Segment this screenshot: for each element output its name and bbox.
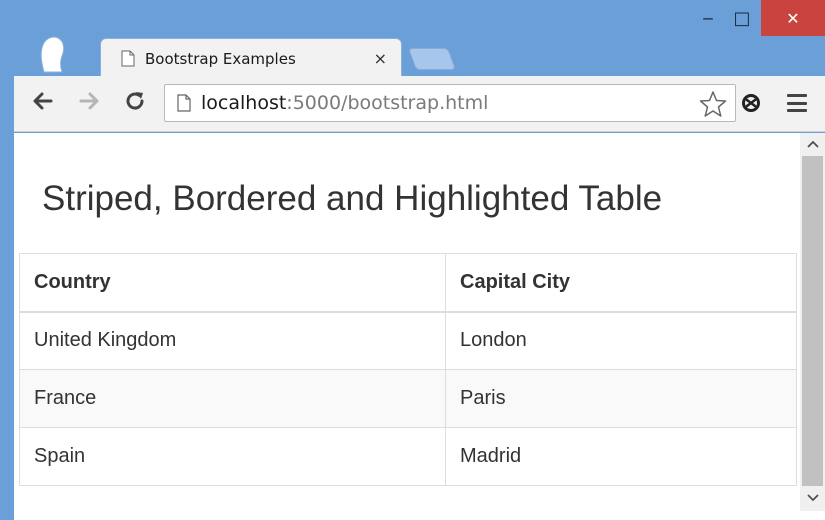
url-host: localhost (201, 92, 287, 114)
browser-toolbar: localhost:5000/bootstrap.html (14, 76, 825, 132)
table-cell: United Kingdom (19, 311, 446, 370)
reload-button[interactable] (120, 86, 150, 116)
data-table: Country Capital City United Kingdom Lond… (19, 253, 797, 486)
chevron-down-icon (806, 494, 819, 502)
tab-title: Bootstrap Examples (145, 49, 296, 68)
scrollbar-thumb[interactable] (802, 156, 823, 486)
page-viewport: Striped, Bordered and Highlighted Table … (14, 133, 825, 520)
active-tab[interactable]: Bootstrap Examples × (100, 38, 402, 78)
forward-button[interactable] (74, 86, 104, 116)
table-row: United Kingdom London (19, 311, 797, 370)
profile-avatar-icon[interactable] (40, 34, 66, 74)
table-row: France Paris (19, 369, 797, 428)
column-header: Country (19, 253, 446, 313)
back-button[interactable] (28, 86, 58, 116)
window-frame (0, 76, 14, 520)
table-cell: Spain (19, 427, 446, 486)
maximize-button[interactable]: □ (725, 0, 759, 36)
url-path: :5000/bootstrap.html (286, 92, 489, 114)
hamburger-menu-icon[interactable] (784, 90, 810, 116)
table-cell: Paris (445, 369, 797, 428)
table-header-row: Country Capital City (19, 253, 797, 313)
page-title: Striped, Bordered and Highlighted Table (42, 179, 663, 218)
window-controls: ‒ □ ✕ (691, 0, 825, 38)
address-bar[interactable]: localhost:5000/bootstrap.html (164, 84, 736, 122)
page-icon (177, 94, 191, 112)
minimize-button[interactable]: ‒ (691, 0, 725, 36)
page-icon (121, 50, 135, 67)
reload-icon (126, 92, 144, 110)
column-header: Capital City (445, 253, 797, 313)
sync-extension-icon (742, 94, 760, 112)
extension-button[interactable] (736, 88, 766, 118)
browser-window: ‒ □ ✕ Bootstrap Examples × localhost:50… (0, 0, 825, 520)
back-arrow-icon (33, 92, 53, 110)
table-row: Spain Madrid (19, 427, 797, 486)
scroll-down-arrow[interactable] (800, 487, 825, 509)
tab-close-icon[interactable]: × (374, 49, 387, 68)
table-cell: London (445, 311, 797, 370)
scroll-up-arrow[interactable] (800, 133, 825, 155)
close-window-button[interactable]: ✕ (761, 0, 825, 36)
forward-arrow-icon (79, 92, 99, 110)
new-tab-button[interactable] (407, 48, 457, 70)
chevron-up-icon (806, 140, 819, 148)
vertical-scrollbar[interactable] (800, 133, 825, 511)
table-cell: Madrid (445, 427, 797, 486)
table-cell: France (19, 369, 446, 428)
star-icon[interactable] (699, 90, 727, 118)
